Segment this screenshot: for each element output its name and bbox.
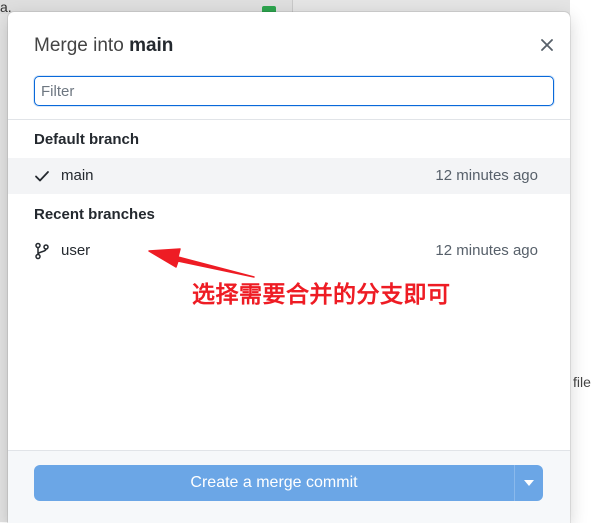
merge-dialog: Merge into main Default branch main 12 m… (8, 12, 570, 523)
git-branch-icon (35, 242, 49, 260)
close-button[interactable] (537, 35, 557, 55)
create-merge-commit-button[interactable]: Create a merge commit (34, 465, 543, 501)
background-file-label: file (573, 374, 591, 390)
merge-button-label: Create a merge commit (190, 474, 358, 491)
branch-item-main[interactable]: main 12 minutes ago (8, 158, 570, 194)
check-icon (35, 171, 49, 182)
annotation-text: 选择需要合并的分支即可 (192, 282, 451, 308)
branch-timestamp: 12 minutes ago (435, 167, 538, 184)
branch-name: main (61, 167, 94, 184)
branch-item-user[interactable]: user 12 minutes ago (8, 233, 570, 269)
dialog-title-branch: main (129, 35, 174, 56)
dialog-title-prefix: Merge into (34, 35, 124, 56)
default-branch-header: Default branch (34, 131, 140, 148)
close-icon (541, 39, 553, 51)
filter-input[interactable] (34, 76, 554, 106)
merge-options-dropdown[interactable] (515, 465, 543, 501)
divider (8, 119, 570, 120)
dialog-title: Merge into main (34, 34, 173, 58)
caret-down-icon (524, 480, 534, 486)
branch-timestamp: 12 minutes ago (435, 242, 538, 259)
recent-branches-header: Recent branches (34, 206, 155, 223)
background-right-pane (570, 0, 591, 522)
branch-name: user (61, 242, 91, 259)
